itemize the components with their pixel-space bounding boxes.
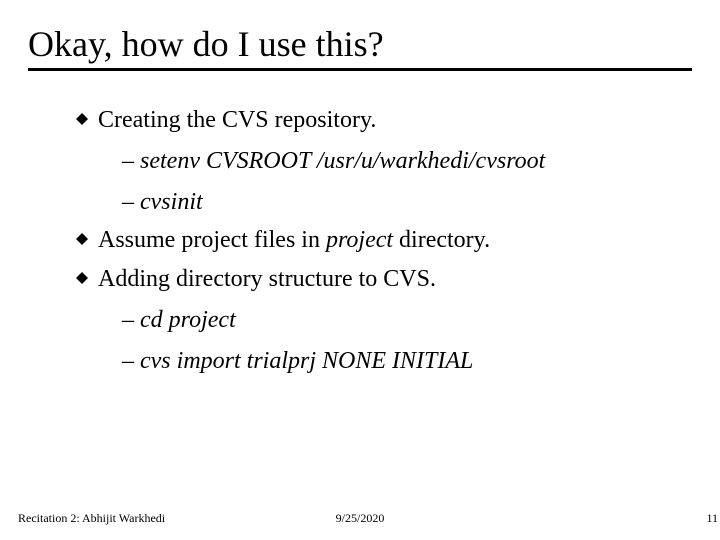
dash-bullet-icon: – [122,307,134,333]
bullet-text-post: directory. [393,227,490,253]
sub-bullet-text: cvs import trialprj NONE INITIAL [140,348,473,374]
dash-bullet-icon: – [122,348,134,374]
bullet-text-pre: Assume project files in [98,227,326,253]
dash-bullet-icon: – [122,148,134,174]
slide: Okay, how do I use this? Creating the CV… [0,0,720,540]
diamond-bullet-icon [76,113,88,125]
bullet-text-italic: project [326,227,393,253]
diamond-bullet-icon [76,272,88,284]
sub-bullet-item: –cvsinit [122,188,692,217]
sub-bullet-item: –cvs import trialprj NONE INITIAL [122,347,692,376]
bullet-text: Creating the CVS repository. [98,107,376,133]
bullet-item: Assume project files in project director… [98,226,692,255]
sub-bullet-item: –setenv CVSROOT /usr/u/warkhedi/cvsroot [122,147,692,176]
sub-bullet-item: –cd project [122,306,692,335]
bullet-item: Creating the CVS repository. [98,106,692,135]
slide-body: Creating the CVS repository. –setenv CVS… [98,96,692,384]
diamond-bullet-icon [76,233,88,245]
dash-bullet-icon: – [122,189,134,215]
sub-bullet-text: cd project [140,307,236,333]
bullet-text: Adding directory structure to CVS. [98,266,436,292]
footer-date: 9/25/2020 [0,511,720,526]
footer-page-number: 11 [706,511,718,526]
sub-bullet-text: cvsinit [140,189,203,215]
bullet-item: Adding directory structure to CVS. [98,265,692,294]
sub-bullet-text: setenv CVSROOT /usr/u/warkhedi/cvsroot [140,148,545,174]
slide-title: Okay, how do I use this? [28,26,692,71]
